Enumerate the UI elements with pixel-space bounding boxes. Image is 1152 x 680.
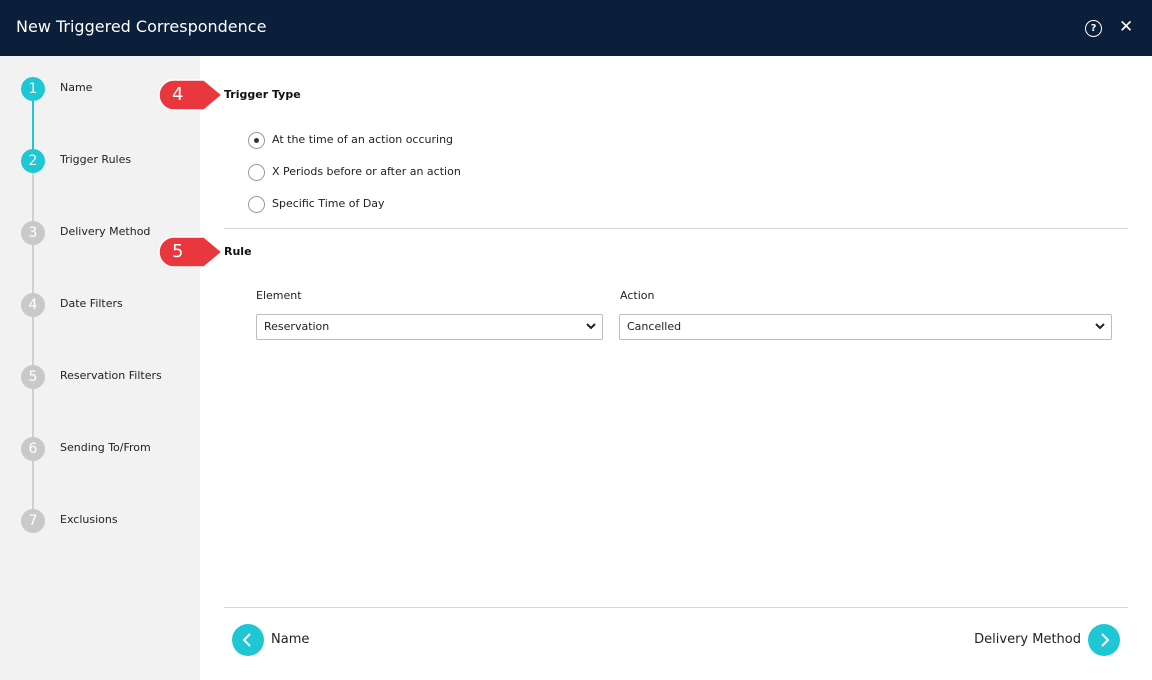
callout-marker: 5	[158, 235, 224, 269]
radio-option[interactable]: X Periods before or after an action	[248, 163, 648, 183]
chevron-down-icon	[1095, 323, 1105, 330]
radio-selected-icon[interactable]	[248, 132, 265, 149]
step-reservation-filters[interactable]: 5 Reservation Filters	[0, 365, 200, 395]
step-label: Trigger Rules	[60, 153, 132, 166]
step-label: Delivery Method	[60, 225, 151, 238]
step-exclusions[interactable]: 7 Exclusions	[0, 509, 200, 539]
step-number: 3	[21, 221, 45, 245]
step-label: Name	[60, 81, 93, 94]
step-trigger-rules[interactable]: 2 Trigger Rules	[0, 149, 200, 179]
step-label: Date Filters	[60, 297, 123, 310]
rule-heading: Rule	[224, 245, 252, 258]
title-bar: New Triggered Correspondence ? ✕	[0, 0, 1152, 56]
radio-label: Specific Time of Day	[272, 197, 385, 210]
window-title: New Triggered Correspondence	[16, 17, 267, 36]
step-date-filters[interactable]: 4 Date Filters	[0, 293, 200, 323]
back-label[interactable]: Name	[271, 632, 309, 647]
footer-divider	[224, 607, 1128, 608]
radio-option[interactable]: At the time of an action occuring	[248, 131, 648, 151]
chevron-right-icon	[1101, 633, 1110, 647]
radio-unselected-icon[interactable]	[248, 196, 265, 213]
next-label[interactable]: Delivery Method	[974, 632, 1081, 647]
callout-number: 5	[172, 241, 184, 262]
callout-marker: 4	[158, 78, 224, 112]
radio-label: At the time of an action occuring	[272, 133, 454, 146]
step-number: 2	[21, 149, 45, 173]
step-number: 4	[21, 293, 45, 317]
step-number: 1	[21, 77, 45, 101]
element-select[interactable]: Reservation	[256, 314, 603, 340]
trigger-type-heading: Trigger Type	[224, 88, 301, 101]
wizard-stepper: 1 Name 2 Trigger Rules 3 Delivery Method…	[0, 56, 200, 680]
element-select-value: Reservation	[264, 320, 330, 333]
step-label: Reservation Filters	[60, 369, 162, 382]
radio-label: X Periods before or after an action	[272, 165, 461, 178]
section-divider	[224, 228, 1128, 229]
step-number: 6	[21, 437, 45, 461]
step-number: 7	[21, 509, 45, 533]
action-select-value: Cancelled	[627, 320, 682, 333]
step-number: 5	[21, 365, 45, 389]
step-label: Exclusions	[60, 513, 118, 526]
chevron-left-icon	[242, 633, 251, 647]
next-button[interactable]	[1088, 624, 1120, 656]
radio-unselected-icon[interactable]	[248, 164, 265, 181]
step-label: Sending To/From	[60, 441, 151, 454]
question-circle-icon[interactable]: ?	[1085, 20, 1102, 37]
radio-option[interactable]: Specific Time of Day	[248, 195, 648, 215]
callout-number: 4	[172, 84, 184, 105]
action-label: Action	[620, 289, 655, 302]
element-label: Element	[256, 289, 302, 302]
close-icon[interactable]: ✕	[1119, 17, 1133, 37]
action-select[interactable]: Cancelled	[619, 314, 1112, 340]
back-button[interactable]	[232, 624, 264, 656]
step-sending-to-from[interactable]: 6 Sending To/From	[0, 437, 200, 467]
chevron-down-icon	[586, 323, 596, 330]
